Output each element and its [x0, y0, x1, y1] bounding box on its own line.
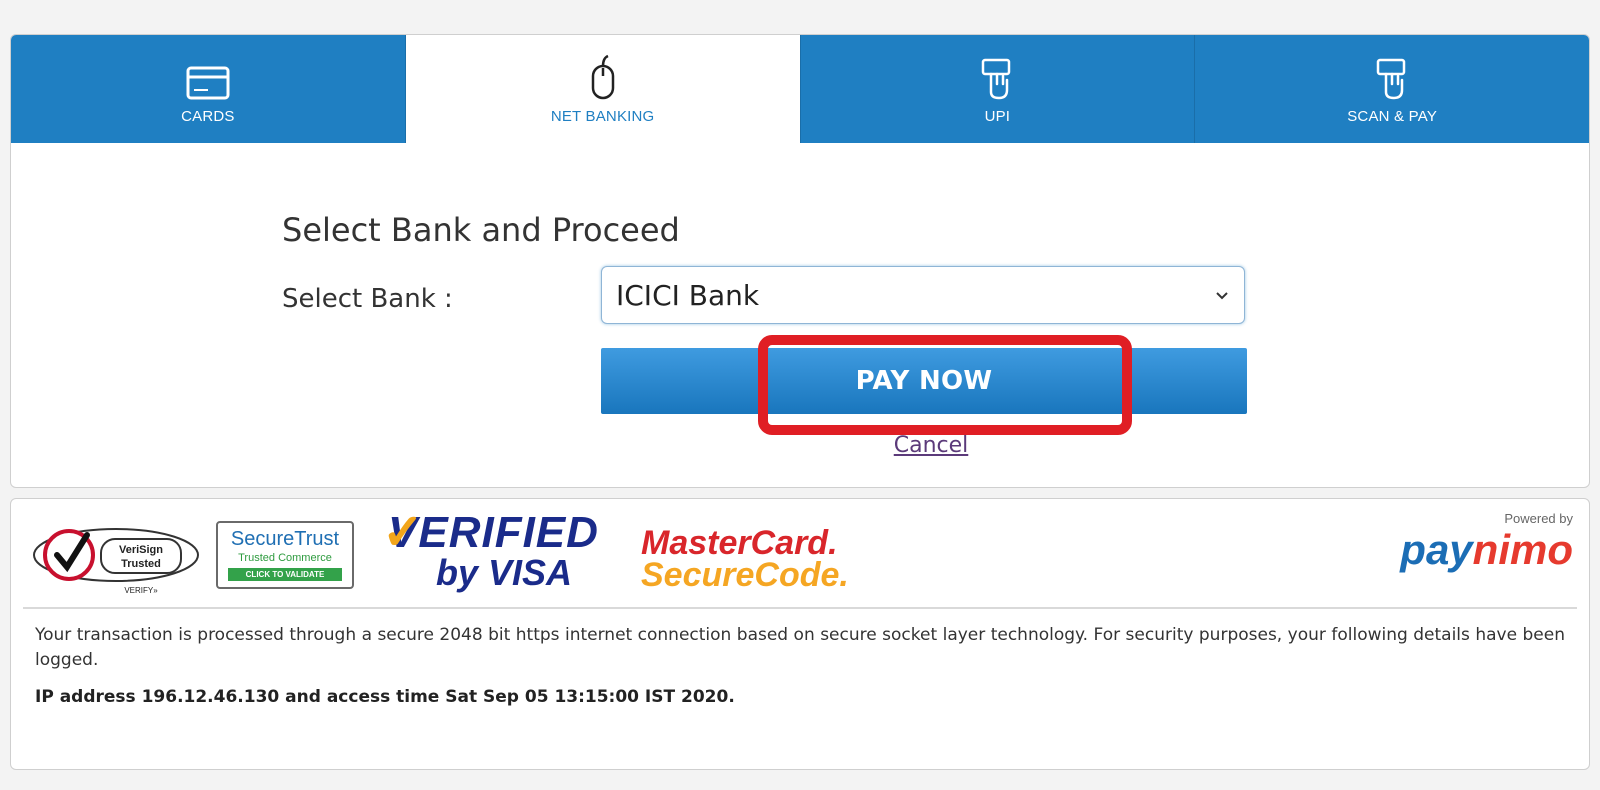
mastercard-text: MasterCard. [641, 524, 838, 562]
tab-cards-label: CARDS [181, 107, 235, 125]
bank-select[interactable]: ICICI Bank [601, 266, 1245, 324]
tab-scan-pay-label: SCAN & PAY [1347, 107, 1438, 125]
security-panel: VeriSign Trusted VERIFY» SecureTrust Tru… [10, 498, 1590, 770]
form-heading: Select Bank and Proceed [282, 211, 680, 249]
verisign-line1: VeriSign [119, 544, 163, 556]
select-bank-label: Select Bank : [282, 284, 453, 314]
security-info-text: Your transaction is processed through a … [35, 625, 1565, 670]
visa-check-icon: ✓ [382, 504, 424, 560]
securetrust-validate: CLICK TO VALIDATE [228, 568, 342, 581]
payment-method-tabs: CARDS NET BANKING UPI SCAN & PAY [11, 35, 1589, 143]
securetrust-logo[interactable]: SecureTrust Trusted Commerce CLICK TO VA… [216, 521, 354, 589]
pay-now-button[interactable]: PAY NOW [601, 348, 1247, 414]
hand-tap-icon [1372, 54, 1412, 100]
payment-panel: CARDS NET BANKING UPI SCAN & PAY Select … [10, 34, 1590, 488]
tab-cards[interactable]: CARDS [11, 35, 406, 143]
cancel-link[interactable]: Cancel [881, 433, 981, 458]
security-logos: VeriSign Trusted VERIFY» SecureTrust Tru… [23, 499, 1577, 609]
net-banking-form: Select Bank and Proceed Select Bank : IC… [11, 143, 1589, 487]
verisign-verify: VERIFY» [124, 586, 158, 595]
securetrust-title: SecureTrust [230, 528, 340, 550]
tab-net-banking-label: NET BANKING [550, 107, 655, 125]
tab-upi[interactable]: UPI [801, 35, 1196, 143]
tab-net-banking[interactable]: NET BANKING [405, 35, 801, 143]
hand-tap-icon [977, 54, 1017, 100]
securetrust-subtitle: Trusted Commerce [238, 552, 332, 564]
paynimo-logo: paynimo [1400, 526, 1573, 574]
mouse-icon [588, 54, 618, 100]
bank-select-value: ICICI Bank [616, 278, 760, 312]
tab-upi-label: UPI [984, 107, 1011, 125]
securecode-text: SecureCode. [641, 556, 849, 594]
paynimo-part2: nimo [1472, 526, 1573, 573]
mastercard-securecode-logo: MasterCard. SecureCode. [641, 524, 849, 594]
powered-by-paynimo: Powered by paynimo [1400, 511, 1573, 574]
card-icon [186, 54, 230, 100]
verisign-logo[interactable]: VeriSign Trusted VERIFY» [31, 517, 201, 602]
ip-address-text: IP address 196.12.46.130 and access time… [35, 687, 735, 707]
verified-by-visa-logo: ✓ VERIFIED by VISA [382, 504, 599, 591]
powered-by-label: Powered by [1504, 511, 1573, 526]
chevron-down-icon [1216, 292, 1228, 300]
tab-scan-pay[interactable]: SCAN & PAY [1195, 35, 1589, 143]
paynimo-part1: pay [1400, 526, 1473, 573]
verisign-line2: Trusted [121, 558, 161, 570]
